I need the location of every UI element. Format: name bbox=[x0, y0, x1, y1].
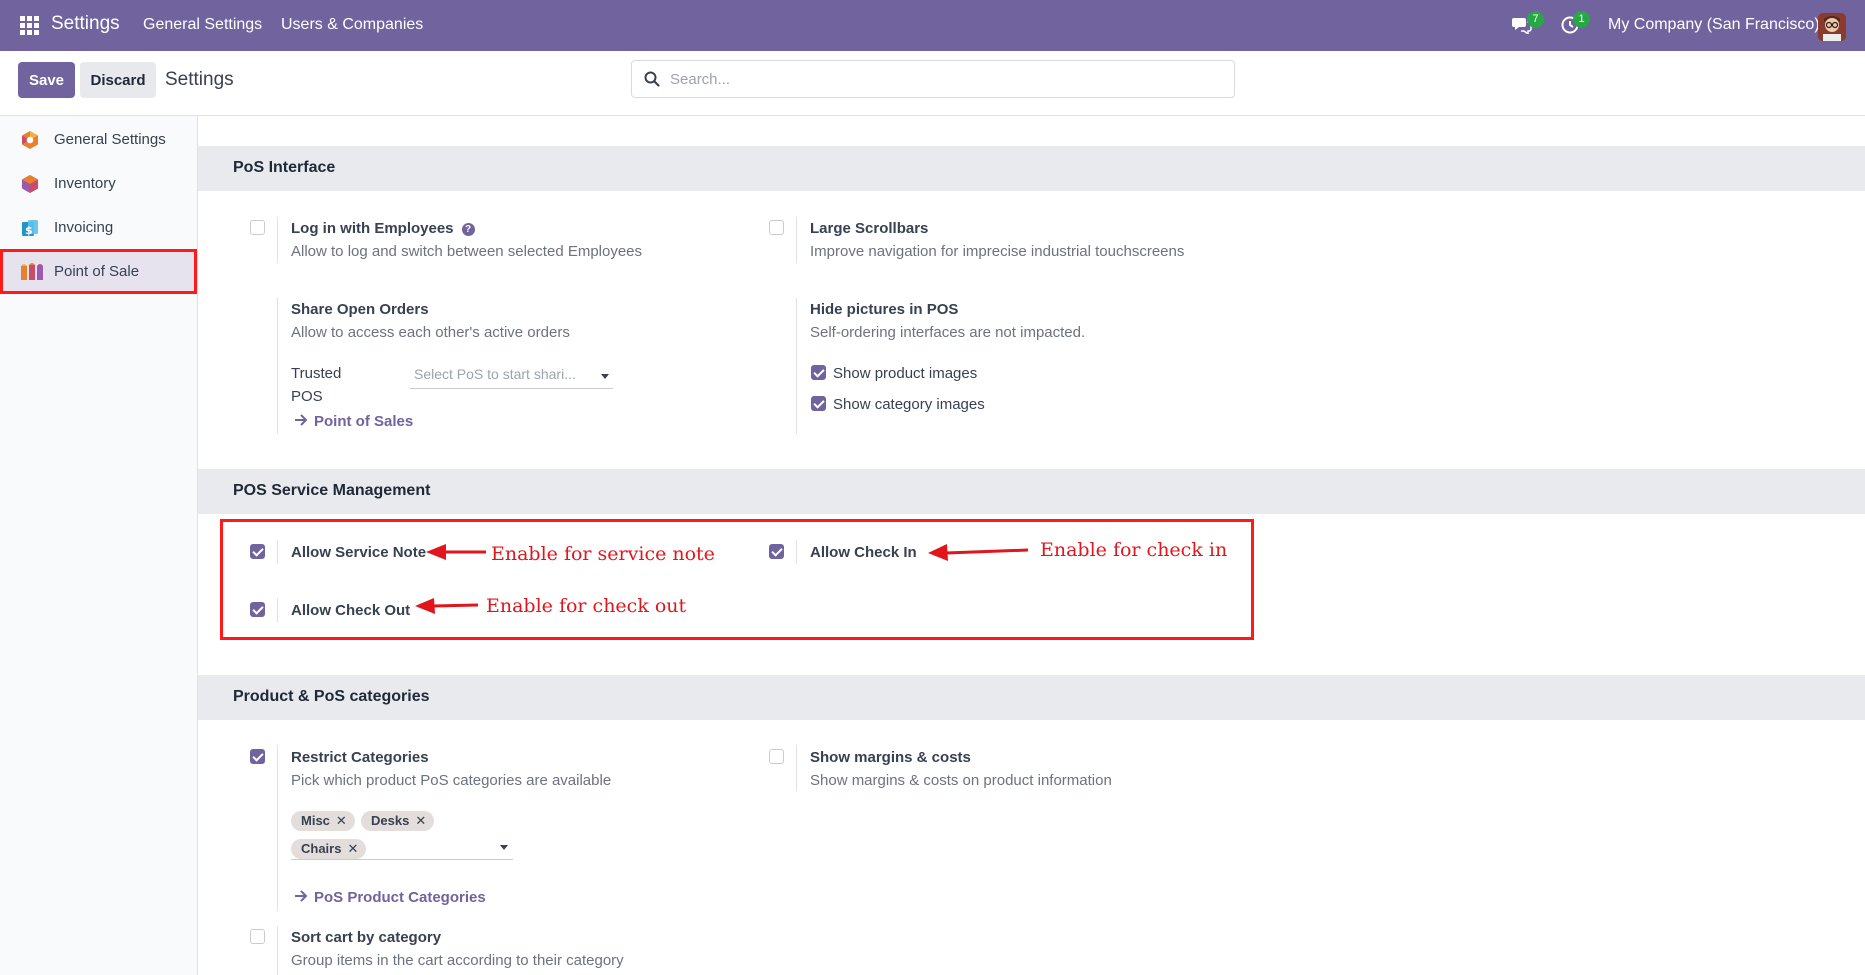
arrow-head bbox=[928, 544, 948, 561]
arrow-head bbox=[415, 598, 435, 614]
annotation-arrows bbox=[415, 544, 1029, 614]
arrow-head bbox=[426, 544, 446, 560]
annotation-service-note: Enable for service note bbox=[491, 543, 715, 565]
annotation-check-in: Enable for check in bbox=[1040, 539, 1228, 561]
arrow-line bbox=[432, 603, 479, 608]
annotation-check-out: Enable for check out bbox=[486, 595, 687, 617]
arrow-line bbox=[945, 548, 1029, 555]
